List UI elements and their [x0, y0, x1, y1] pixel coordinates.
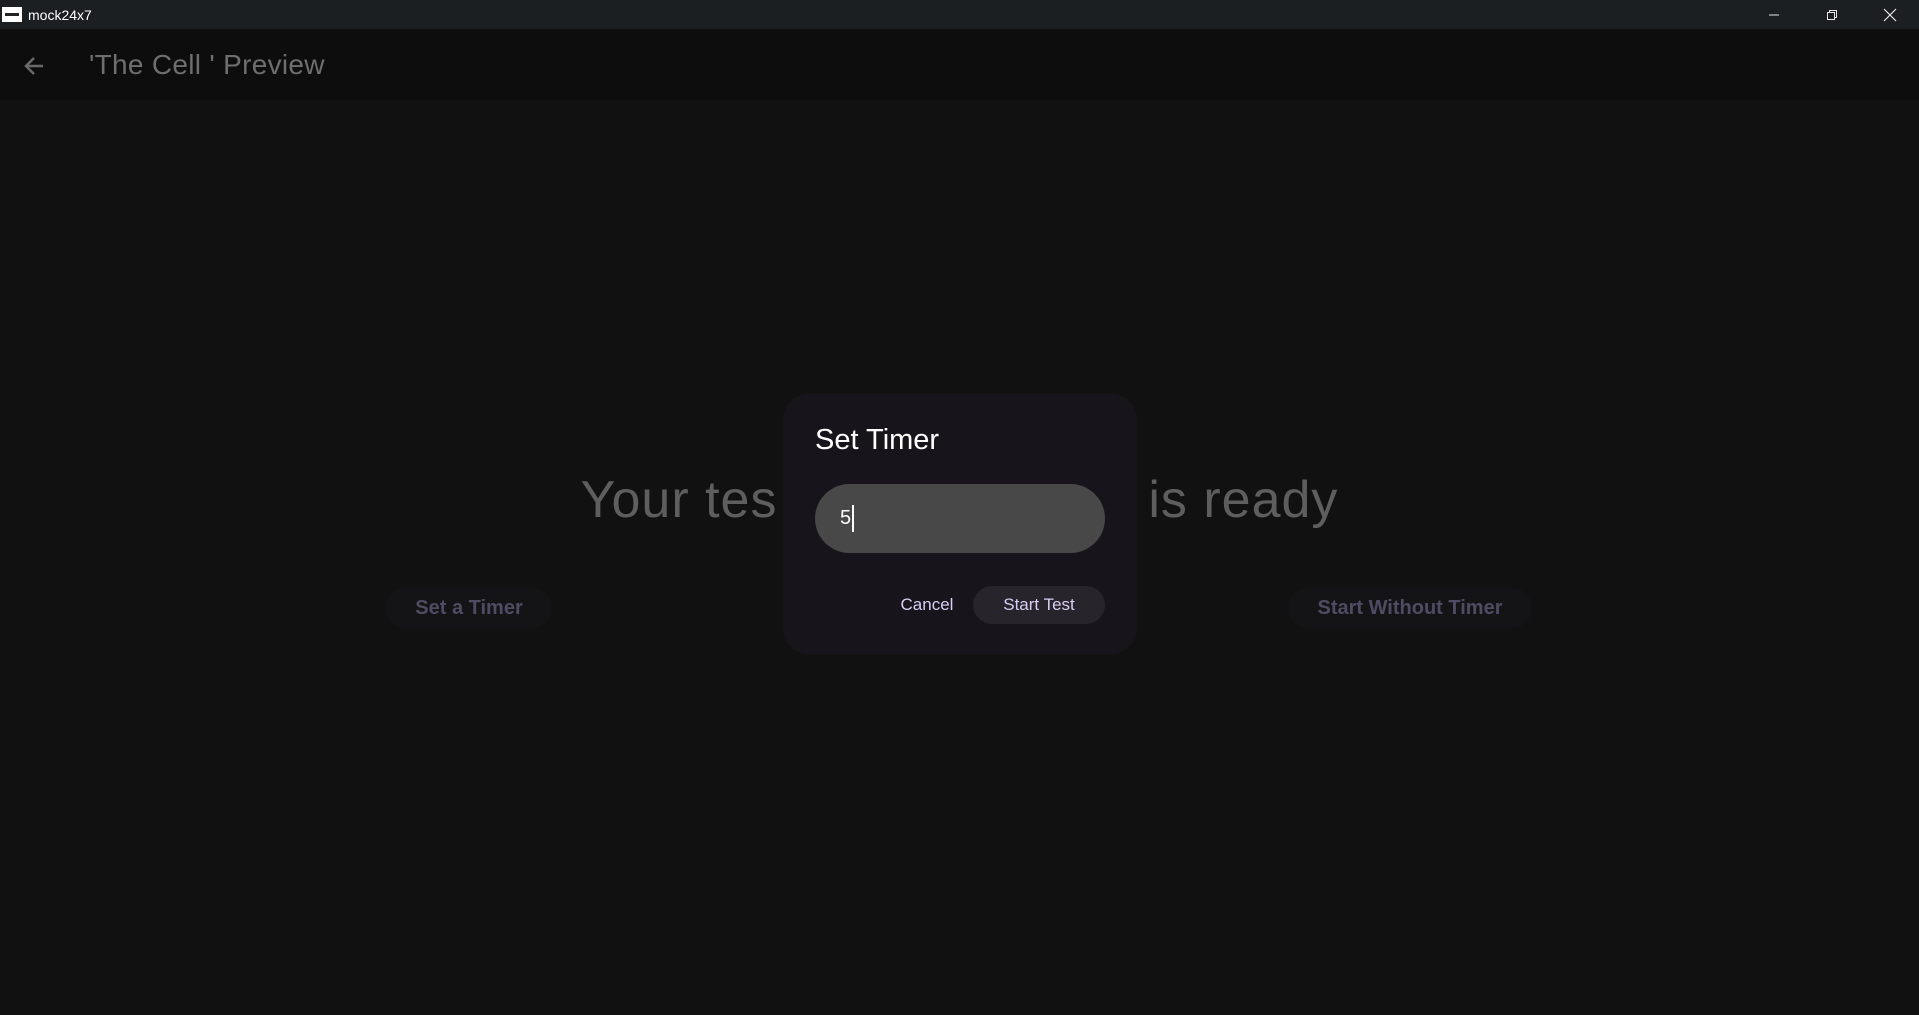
restore-icon [1827, 9, 1837, 20]
dialog-title: Set Timer [815, 424, 940, 456]
minimize-icon [1769, 14, 1779, 15]
window-titlebar: mock24x7 [0, 0, 1919, 29]
window-controls [1745, 0, 1919, 29]
window-title: mock24x7 [28, 6, 92, 23]
close-icon [1883, 8, 1897, 21]
back-button[interactable] [18, 50, 50, 82]
text-caret [852, 505, 855, 532]
arrow-left-icon [24, 57, 43, 75]
start-test-button[interactable]: Start Test [973, 586, 1105, 624]
timer-input[interactable]: 5 [815, 484, 1105, 553]
app-icon [2, 7, 22, 22]
timer-input-value[interactable]: 5 [840, 507, 851, 530]
page-title: 'The Cell ' Preview [89, 49, 325, 80]
minimize-button[interactable] [1745, 0, 1803, 29]
set-timer-dialog: Set Timer 5 Cancel Start Test [784, 394, 1136, 654]
close-window-button[interactable] [1861, 0, 1919, 29]
restore-button[interactable] [1803, 0, 1861, 29]
app-bar: 'The Cell ' Preview [0, 29, 1919, 100]
cancel-button[interactable]: Cancel [892, 586, 962, 624]
